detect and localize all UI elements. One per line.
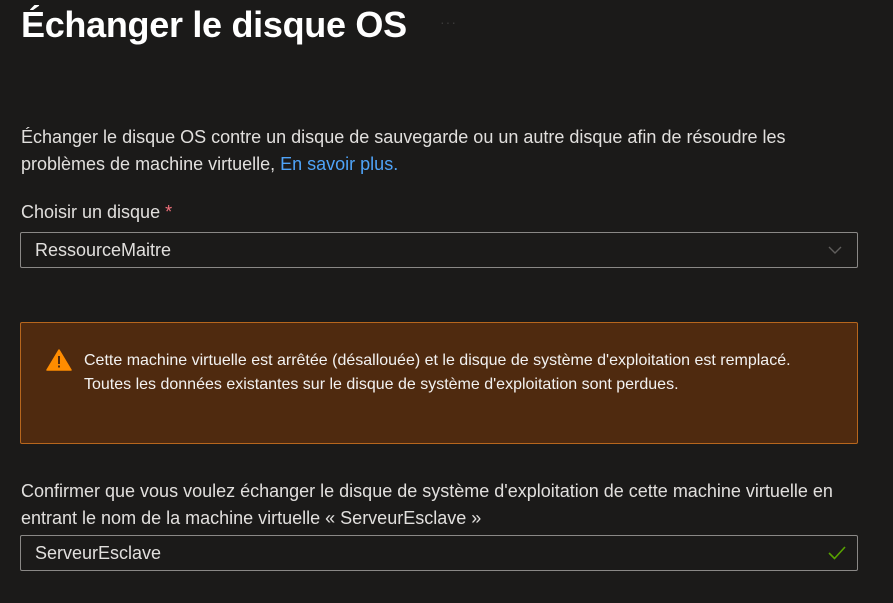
learn-more-link[interactable]: En savoir plus. [280, 154, 398, 174]
vm-name-confirm-input[interactable]: ServeurEsclave [20, 535, 858, 571]
warning-message: Cette machine virtuelle est arrêtée (dés… [84, 352, 791, 393]
disk-select-value: RessourceMaitre [35, 240, 172, 260]
description-text: Échanger le disque OS contre un disque d… [21, 127, 786, 174]
warning-icon [46, 349, 72, 371]
ellipsis-icon[interactable]: ··· [440, 14, 457, 30]
disk-select-label-text: Choisir un disque [21, 202, 161, 222]
swap-os-disk-panel: Échanger le disque OS ··· Échanger le di… [0, 0, 893, 603]
chevron-down-icon [828, 246, 842, 254]
checkmark-icon [828, 546, 846, 560]
page-title: Échanger le disque OS [21, 4, 407, 45]
disk-select-dropdown[interactable]: RessourceMaitre [20, 232, 858, 268]
confirm-instruction: Confirmer que vous voulez échanger le di… [21, 481, 833, 528]
disk-select-label: Choisir un disque * [21, 202, 172, 223]
required-marker: * [165, 202, 173, 222]
vm-name-confirm-value: ServeurEsclave [35, 543, 162, 563]
description: Échanger le disque OS contre un disque d… [21, 124, 861, 178]
warning-banner: Cette machine virtuelle est arrêtée (dés… [20, 322, 858, 444]
